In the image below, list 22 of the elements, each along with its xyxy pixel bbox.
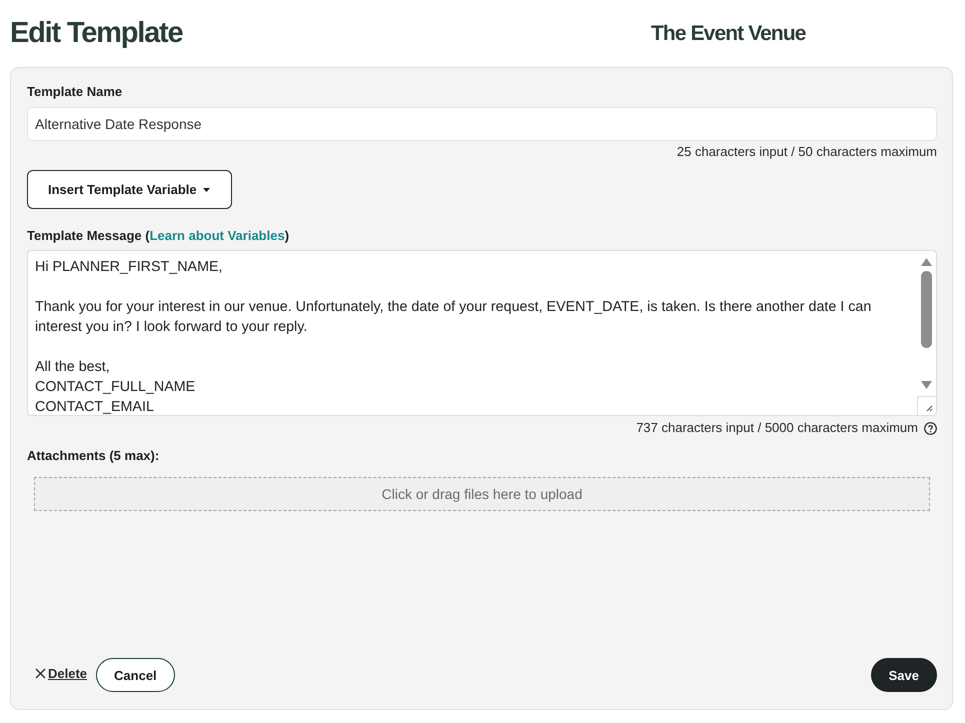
caret-down-icon [202,188,210,192]
template-name-input[interactable]: Alternative Date Response [27,107,937,141]
page-title: Edit Template [10,16,182,50]
field-label: Template Name [27,84,124,100]
resize-grip-icon[interactable] [917,396,936,415]
upload-dropzone[interactable]: Click or drag files here to upload [34,477,930,511]
field-label: Template Message (Learn about Variables) [27,228,290,244]
delete-link[interactable]: Delete [35,666,88,681]
field-label: Attachments (5 max): [27,448,160,464]
learn-variables-link[interactable]: Learn about Variables [150,228,285,243]
scroll-down-icon[interactable] [921,381,932,389]
scrollbar-thumb[interactable] [921,271,932,348]
character-counter: 25 characters input / 50 characters maximum [676,144,937,160]
cancel-button[interactable]: Cancel [96,658,175,692]
message-textarea[interactable]: Hi PLANNER_FIRST_NAME, Thank you for your interest in our venue. Unfortunately, the date of your request, EVENT_DATE, is taken. Is there another date I can interest you in? I look forward to your reply. All the best, CONTACT_FULL_NAME CONTACT_EMAIL [27,250,937,416]
venue-name: The Event Venue [651,20,806,46]
insert-variable-button[interactable]: Insert Template Variable [27,170,232,209]
save-button[interactable]: Save [870,658,937,692]
x-icon [35,668,46,679]
scroll-up-icon[interactable] [921,258,932,266]
help-icon[interactable] [924,422,937,434]
character-counter: 737 characters input / 5000 characters maximum [636,420,918,436]
